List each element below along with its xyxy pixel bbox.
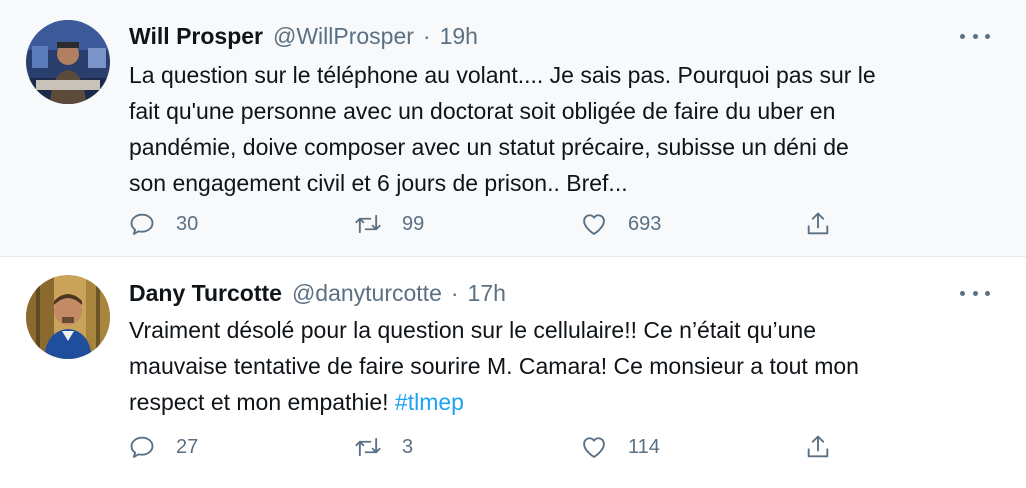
like-button[interactable]: 114 — [580, 432, 660, 462]
like-count: 693 — [628, 212, 662, 235]
separator-dot: · — [450, 279, 459, 306]
author-handle[interactable]: @danyturcotte — [292, 280, 442, 307]
like-count: 114 — [628, 435, 660, 458]
tweet-text-line: La question sur le téléphone au volant..… — [129, 62, 876, 88]
tweet-actions: 27 3 114 — [128, 432, 868, 462]
tweet-text: La question sur le téléphone au volant..… — [129, 57, 999, 201]
share-button[interactable] — [804, 432, 832, 462]
separator-dot: · — [422, 22, 431, 49]
tweet-timestamp[interactable]: 19h — [440, 23, 478, 50]
tweet-text-line: respect et mon empathie! #tlmep — [129, 384, 999, 420]
author-name[interactable]: Will Prosper — [129, 23, 263, 50]
retweet-count: 3 — [402, 435, 414, 458]
more-icon[interactable] — [960, 283, 990, 303]
heart-icon — [583, 214, 605, 235]
tweet-header: Dany Turcotte @danyturcotte · 17h — [129, 278, 506, 308]
share-icon — [807, 435, 829, 458]
share-icon — [807, 212, 829, 235]
tweet-text-line: fait qu'une personne avec un doctorat so… — [129, 98, 836, 124]
tweet-text-line: Vraiment désolé pour la question sur le … — [129, 317, 816, 343]
tweet-text: Vraiment désolé pour la question sur le … — [129, 312, 999, 420]
tweet[interactable]: Will Prosper @WillProsper · 19h La quest… — [0, 0, 1026, 257]
tweet-text-line: son engagement civil et 6 jours de priso… — [129, 170, 628, 196]
reply-button[interactable]: 30 — [128, 209, 198, 239]
author-handle[interactable]: @WillProsper — [273, 23, 414, 50]
retweet-button[interactable]: 99 — [354, 209, 424, 239]
avatar-photo-icon — [26, 275, 110, 359]
like-button[interactable]: 693 — [580, 209, 661, 239]
author-name[interactable]: Dany Turcotte — [129, 280, 282, 307]
reply-count: 30 — [176, 212, 199, 235]
heart-icon — [583, 437, 605, 458]
tweet-header: Will Prosper @WillProsper · 19h — [129, 21, 478, 51]
avatar-photo-icon — [26, 20, 110, 104]
reply-icon — [130, 436, 154, 458]
avatar[interactable] — [26, 20, 110, 104]
retweet-button[interactable]: 3 — [354, 432, 413, 462]
tweet-timestamp[interactable]: 17h — [468, 280, 506, 307]
share-button[interactable] — [804, 209, 832, 239]
avatar[interactable] — [26, 275, 110, 359]
retweet-count: 99 — [402, 212, 425, 235]
tweet-text-fragment: respect et mon empathie! — [129, 389, 395, 415]
reply-button[interactable]: 27 — [128, 432, 198, 462]
hashtag-link[interactable]: #tlmep — [395, 389, 464, 415]
more-icon[interactable] — [960, 26, 990, 46]
reply-count: 27 — [176, 435, 199, 458]
tweet-text-line: mauvaise tentative de faire sourire M. C… — [129, 353, 859, 379]
tweet-actions: 30 99 693 — [128, 209, 868, 239]
tweet[interactable]: Dany Turcotte @danyturcotte · 17h Vraime… — [0, 257, 1026, 488]
retweet-icon — [355, 214, 381, 234]
reply-icon — [130, 213, 154, 235]
retweet-icon — [355, 437, 381, 457]
tweet-text-line: pandémie, doive composer avec un statut … — [129, 134, 849, 160]
